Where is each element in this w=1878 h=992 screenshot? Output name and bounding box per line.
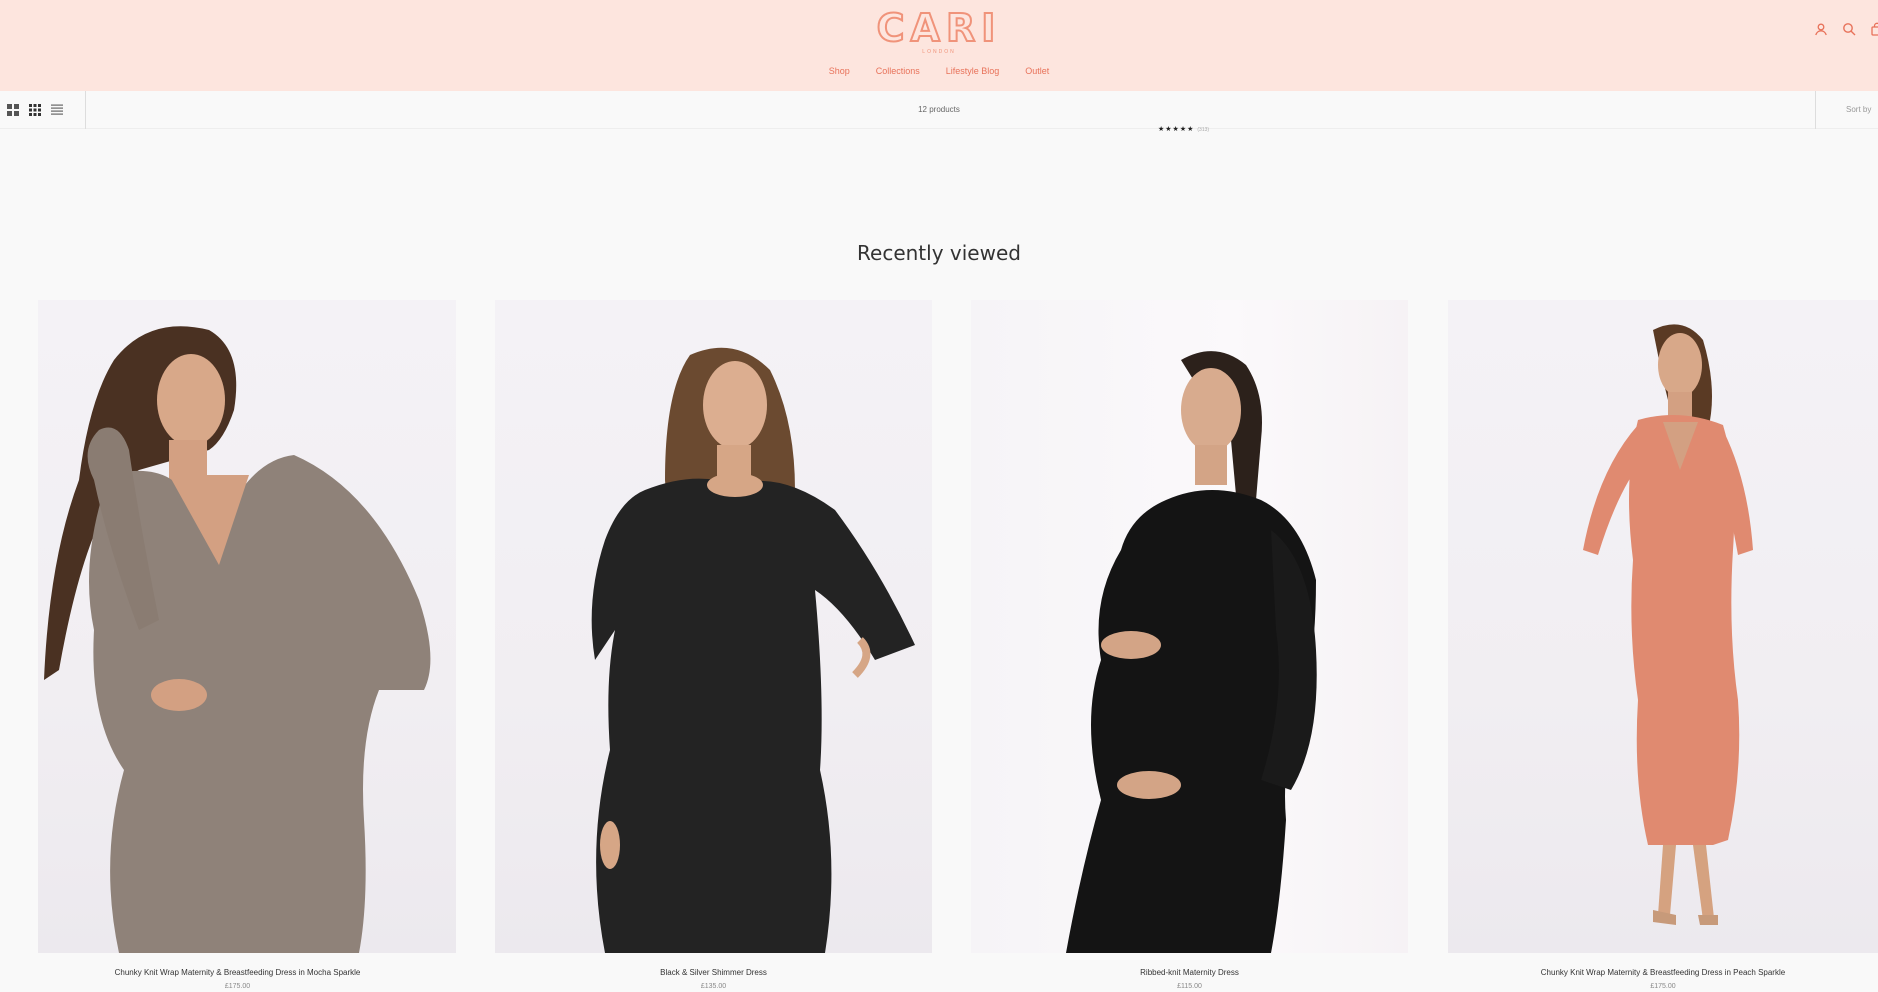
search-icon[interactable]	[1842, 22, 1856, 36]
collection-toolbar: 12 products Sort by	[0, 91, 1878, 129]
review-count: (313)	[1197, 126, 1210, 133]
product-title[interactable]: Chunky Knit Wrap Maternity & Breastfeedi…	[1448, 968, 1878, 977]
account-icon[interactable]	[1814, 22, 1828, 36]
product-image[interactable]	[1448, 300, 1878, 953]
nav-item-lifestyle-blog[interactable]: Lifestyle Blog	[946, 66, 1000, 76]
product-image[interactable]	[971, 300, 1408, 953]
product-price: £135.00	[700, 983, 727, 990]
brand-sub: LONDON	[922, 49, 956, 55]
product-image[interactable]	[495, 300, 932, 953]
product-title[interactable]: Ribbed-knit Maternity Dress	[971, 968, 1408, 977]
sort-by-dropdown[interactable]: Sort by	[1846, 105, 1871, 114]
product-price: £175.00	[1650, 983, 1676, 990]
review-stars: ★★★★★	[1158, 126, 1195, 133]
nav-item-shop[interactable]: Shop	[829, 66, 850, 76]
main-nav: Shop Collections Lifestyle Blog Outlet	[0, 66, 1878, 76]
product-title[interactable]: Black & Silver Shimmer Dress	[495, 968, 932, 977]
recently-viewed-title: Recently viewed	[857, 241, 1021, 265]
site-header: CARI LONDON Shop Collections Lifestyle B…	[0, 0, 1878, 91]
brand-name: CARI	[876, 6, 1002, 50]
product-price: £175.00	[224, 983, 251, 990]
product-count: 12 products	[918, 105, 960, 114]
cart-icon[interactable]	[1870, 22, 1878, 36]
toolbar-divider	[1815, 91, 1816, 129]
product-price: £115.00	[1177, 983, 1202, 990]
product-card[interactable]: Chunky Knit Wrap Maternity & Breastfeedi…	[1448, 300, 1878, 990]
product-card[interactable]: Ribbed-knit Maternity Dress £115.00	[971, 300, 1408, 990]
nav-item-collections[interactable]: Collections	[876, 66, 920, 76]
header-icons	[1814, 22, 1878, 36]
product-title[interactable]: Chunky Knit Wrap Maternity & Breastfeedi…	[19, 968, 456, 977]
product-image[interactable]	[19, 300, 456, 953]
nav-item-outlet[interactable]: Outlet	[1025, 66, 1049, 76]
product-card[interactable]: Black & Silver Shimmer Dress £135.00	[495, 300, 932, 990]
review-snippet: ★★★★★ (313)	[1158, 126, 1209, 133]
product-card[interactable]: Chunky Knit Wrap Maternity & Breastfeedi…	[19, 300, 456, 990]
brand-logo[interactable]: CARI LONDON	[0, 6, 1878, 55]
